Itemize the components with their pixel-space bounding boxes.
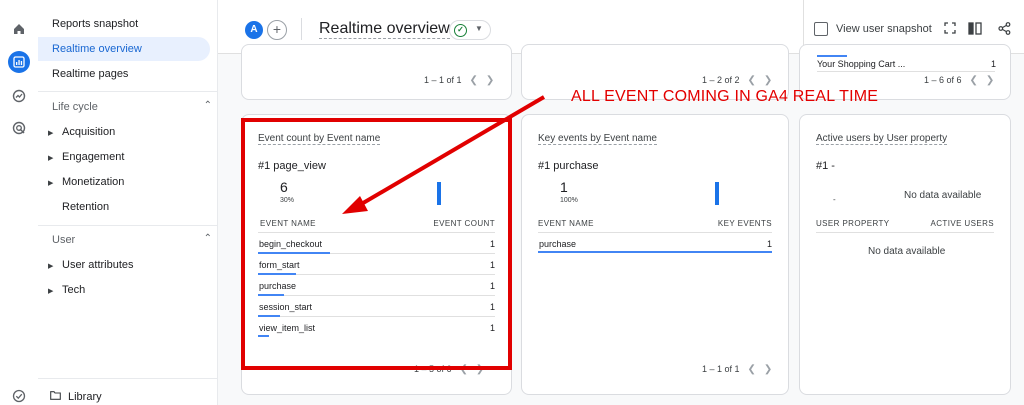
annotation-arrow	[342, 95, 546, 214]
